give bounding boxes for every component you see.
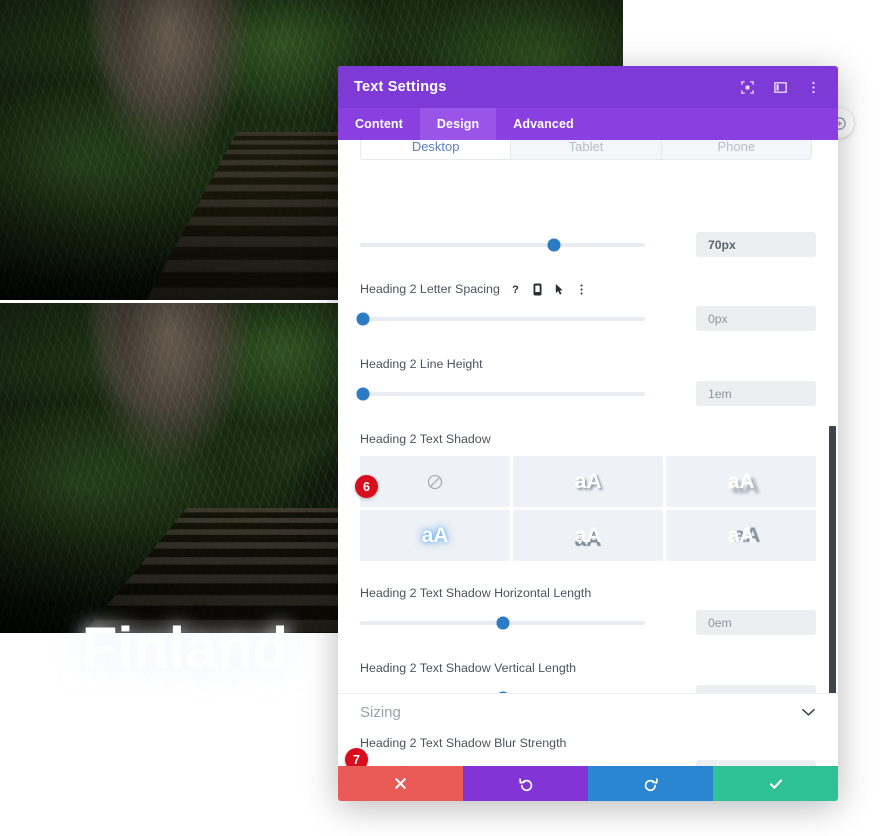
heading2-letter-spacing-slider[interactable] [356, 312, 645, 325]
hero-caption-finland: Finland [81, 616, 289, 681]
text-shadow-preset-grid: aA aA aA aA aA [360, 456, 816, 561]
field-heading2-font-size: 70px [360, 232, 816, 257]
chevron-down-icon [801, 704, 816, 722]
heading2-letter-spacing-label: Heading 2 Letter Spacing [360, 282, 500, 296]
device-preview-tabs: Desktop Tablet Phone [360, 140, 812, 160]
preset-shadow-none[interactable] [360, 456, 510, 507]
accordion-sizing[interactable]: Sizing [338, 693, 838, 731]
save-button[interactable] [713, 766, 838, 801]
mobile-icon[interactable] [532, 282, 544, 296]
slider-knob[interactable] [356, 312, 370, 325]
tab-advanced[interactable]: Advanced [496, 108, 591, 140]
no-shadow-icon [427, 474, 443, 489]
heading2-line-height-slider[interactable] [356, 387, 645, 400]
more-vertical-icon[interactable] [576, 282, 588, 296]
annotation-badge-6: 6 [355, 475, 378, 498]
shadow-vertical-length-label: Heading 2 Text Shadow Vertical Length [360, 661, 577, 675]
device-tab-phone[interactable]: Phone [661, 140, 811, 159]
help-icon[interactable]: ? [510, 282, 522, 296]
modal-footer-toolbar [338, 766, 838, 801]
layout-columns-icon[interactable] [772, 79, 789, 96]
svg-text:?: ? [512, 284, 519, 296]
check-icon [769, 779, 782, 789]
heading2-letter-spacing-value[interactable]: 0px [696, 306, 816, 331]
settings-fields: 70px Heading 2 Letter Spacing ? 0px Head… [338, 162, 838, 766]
shadow-blur-strength-value[interactable]: 0.3em [696, 760, 816, 766]
close-icon [395, 778, 406, 789]
tab-design[interactable]: Design [419, 108, 497, 140]
preset-shadow-blue-glow-selected[interactable]: aA [360, 510, 510, 561]
heading2-line-height-label: Heading 2 Line Height [360, 357, 483, 371]
field-heading2-line-height: Heading 2 Line Height 1em [356, 357, 816, 406]
screenshot-root: Finland Text Settings Content Design Adv… [0, 0, 880, 836]
field-action-icons: ? [510, 282, 588, 296]
heading2-font-size-value[interactable]: 70px [696, 232, 816, 257]
shadow-horizontal-length-slider[interactable] [360, 616, 645, 629]
field-heading2-text-shadow: Heading 2 Text Shadow aA aA aA aA aA [360, 432, 816, 561]
slider-knob[interactable] [356, 387, 370, 400]
redo-button[interactable] [588, 766, 713, 801]
cancel-button[interactable] [338, 766, 463, 801]
redo-icon [644, 777, 658, 791]
preset-shadow-hard-down[interactable]: aA [513, 510, 663, 561]
undo-icon [518, 777, 532, 791]
device-tab-tablet[interactable]: Tablet [511, 140, 662, 159]
heading2-font-size-slider[interactable] [360, 238, 645, 251]
accordion-sizing-label: Sizing [360, 704, 401, 721]
preset-shadow-long-down-right[interactable]: aA [666, 456, 816, 507]
tab-content[interactable]: Content [338, 108, 420, 140]
heading2-text-shadow-label: Heading 2 Text Shadow [360, 432, 491, 446]
shadow-horizontal-length-label: Heading 2 Text Shadow Horizontal Length [360, 586, 592, 600]
text-settings-modal: Text Settings Content Design Advanced De… [338, 66, 838, 801]
field-shadow-blur-strength: Heading 2 Text Shadow Blur Strength 0.3e… [360, 736, 816, 766]
undo-button[interactable] [463, 766, 588, 801]
annotation-badge-7: 7 [345, 748, 368, 766]
modal-scrollbar-thumb[interactable] [829, 426, 836, 699]
heading2-line-height-value[interactable]: 1em [696, 381, 816, 406]
modal-tab-bar: Content Design Advanced [338, 108, 838, 140]
device-tab-desktop[interactable]: Desktop [361, 140, 512, 159]
fullscreen-icon[interactable] [739, 79, 756, 96]
shadow-horizontal-length-value[interactable]: 0em [696, 610, 816, 635]
field-shadow-horizontal-length: Heading 2 Text Shadow Horizontal Length … [360, 586, 816, 635]
preset-shadow-hard-right[interactable]: aA [666, 510, 816, 561]
modal-body: Desktop Tablet Phone 70px Heading 2 Lett… [338, 140, 838, 766]
modal-title: Text Settings [354, 79, 447, 95]
field-heading2-letter-spacing: Heading 2 Letter Spacing ? 0px [356, 282, 816, 331]
more-vertical-icon[interactable] [805, 79, 822, 96]
modal-header: Text Settings [338, 66, 838, 108]
preset-shadow-soft-down-right[interactable]: aA [513, 456, 663, 507]
slider-knob[interactable] [496, 616, 509, 629]
cursor-icon[interactable] [554, 282, 566, 296]
shadow-blur-strength-label: Heading 2 Text Shadow Blur Strength [360, 736, 567, 750]
slider-knob[interactable] [547, 238, 561, 251]
modal-header-icons [739, 79, 822, 96]
